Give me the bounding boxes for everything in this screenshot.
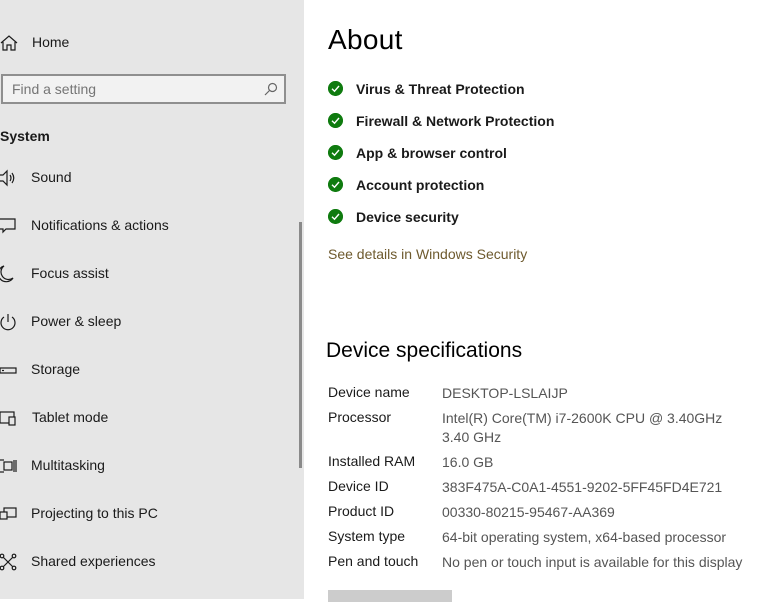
copy-button[interactable] (328, 590, 452, 602)
page-title: About (328, 24, 403, 55)
spec-label: Processor (328, 409, 392, 425)
check-circle-icon (328, 81, 343, 96)
storage-icon (0, 367, 17, 374)
sidebar-scrollbar[interactable] (299, 222, 302, 468)
shared-experiences-icon (0, 553, 17, 571)
check-circle-icon (328, 145, 343, 160)
sidebar-item-label: Multitasking (31, 457, 105, 473)
sidebar-item-shared-experiences[interactable]: Shared experiences (0, 550, 300, 574)
protection-label: Virus & Threat Protection (356, 81, 525, 97)
moon-icon (0, 265, 14, 283)
sidebar-item-projecting[interactable]: Projecting to this PC (0, 502, 300, 526)
sidebar-item-label: Shared experiences (31, 553, 156, 569)
spec-label: Installed RAM (328, 453, 416, 469)
spec-value: 16.0 GB (442, 454, 494, 470)
spec-value: No pen or touch input is available for t… (442, 554, 743, 570)
sidebar-item-focus-assist[interactable]: Focus assist (0, 262, 300, 286)
check-circle-icon (328, 177, 343, 192)
sidebar-item-notifications[interactable]: Notifications & actions (0, 214, 300, 238)
search-icon[interactable] (264, 82, 278, 96)
spec-label: Device ID (328, 478, 389, 494)
spec-label: System type (328, 528, 406, 544)
sidebar: Home System Sound Notifications & action… (0, 0, 304, 599)
spec-label: Device name (328, 384, 410, 400)
spec-value: 00330-80215-95467-AA369 (442, 504, 615, 520)
protection-label: App & browser control (356, 145, 507, 161)
spec-value: Intel(R) Core(TM) i7-2600K CPU @ 3.40GHz… (442, 410, 734, 445)
search-input[interactable] (12, 80, 252, 98)
notification-icon (0, 218, 16, 234)
search-box[interactable] (1, 74, 286, 104)
check-circle-icon (328, 209, 343, 224)
spec-value: DESKTOP-LSLAIJP (442, 385, 568, 401)
spec-value: 64-bit operating system, x64-based proce… (442, 529, 727, 545)
sidebar-item-label: Tablet mode (32, 409, 109, 425)
sidebar-item-label: Power & sleep (31, 313, 122, 329)
protection-label: Device security (356, 209, 459, 225)
sidebar-item-power-sleep[interactable]: Power & sleep (0, 310, 300, 334)
home-icon (0, 35, 18, 51)
sidebar-item-label: Notifications & actions (31, 217, 169, 233)
sidebar-item-multitasking[interactable]: Multitasking (0, 454, 300, 478)
sidebar-item-label: Projecting to this PC (31, 505, 158, 521)
sidebar-item-label: Sound (31, 169, 72, 185)
check-circle-icon (328, 113, 343, 128)
section-title: System (0, 128, 50, 144)
sidebar-item-label: Focus assist (31, 265, 109, 281)
sidebar-item-tablet-mode[interactable]: Tablet mode (0, 406, 300, 430)
power-icon (0, 314, 16, 331)
windows-security-details-link[interactable]: See details in Windows Security (328, 246, 527, 262)
device-specs-title: Device specifications (326, 339, 523, 362)
projecting-icon (0, 507, 17, 520)
sidebar-item-storage[interactable]: Storage (0, 358, 300, 382)
main-content: About Virus & Threat Protection Firewall… (304, 0, 777, 602)
tablet-icon (0, 411, 16, 426)
spec-label: Product ID (328, 503, 395, 519)
home-label: Home (32, 34, 70, 50)
sidebar-item-sound[interactable]: Sound (0, 166, 300, 190)
speaker-icon (0, 169, 15, 187)
multitasking-icon (0, 459, 17, 473)
spec-value: 383F475A-C0A1-4551-9202-5FF45FD4E721 (442, 479, 723, 495)
sidebar-item-label: Storage (31, 361, 81, 377)
spec-label: Pen and touch (328, 553, 419, 569)
protection-label: Firewall & Network Protection (356, 113, 555, 129)
protection-label: Account protection (356, 177, 485, 193)
